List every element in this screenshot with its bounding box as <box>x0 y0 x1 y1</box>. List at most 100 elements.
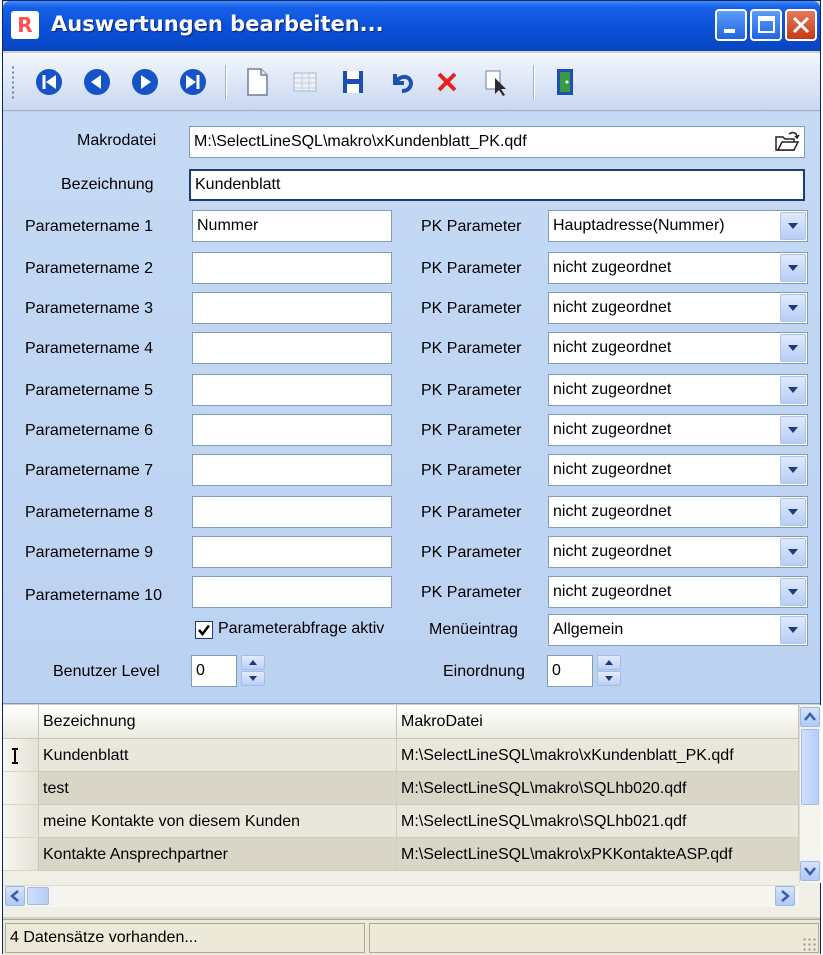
minimize-button[interactable] <box>715 9 747 41</box>
einordnung-input[interactable]: 0 <box>547 655 593 687</box>
scroll-up-button[interactable] <box>800 707 820 727</box>
vertical-scrollbar[interactable] <box>799 705 821 883</box>
benutzer-level-spinner[interactable]: 0 <box>191 655 271 687</box>
last-record-button[interactable] <box>175 64 211 100</box>
chevron-down-icon <box>788 589 798 595</box>
pk-parameter-1-value: Hauptadresse(Nummer) <box>553 217 725 234</box>
cell-bezeichnung[interactable]: test <box>39 772 397 805</box>
parametername-3-input[interactable] <box>192 292 392 324</box>
column-header-bezeichnung[interactable]: Bezeichnung <box>39 705 397 739</box>
parametername-1-input[interactable]: Nummer <box>192 210 392 242</box>
parametername-7-input[interactable] <box>192 454 392 486</box>
column-header-makrodatei[interactable]: MakroDatei <box>397 705 799 739</box>
horizontal-scroll-thumb[interactable] <box>27 887 49 905</box>
chevron-down-icon <box>788 223 798 229</box>
table-row[interactable]: Kontakte Ansprechpartner M:\SelectLineSQL… <box>3 838 799 871</box>
pk-parameter-1-dropdown-button[interactable] <box>780 212 806 240</box>
pk-parameter-5-dropdown-button[interactable] <box>780 376 806 404</box>
first-record-icon <box>36 69 62 95</box>
delete-button[interactable] <box>429 64 465 100</box>
benutzer-level-input[interactable]: 0 <box>191 655 237 687</box>
close-icon <box>792 16 810 34</box>
bezeichnung-input[interactable]: Kundenblatt <box>189 169 805 201</box>
pk-parameter-9-select[interactable]: nicht zugeordnet <box>548 536 808 568</box>
new-record-button[interactable] <box>239 64 275 100</box>
pk-parameter-6-select[interactable]: nicht zugeordnet <box>548 414 808 446</box>
app-icon: R <box>11 11 39 39</box>
pk-parameter-7-dropdown-button[interactable] <box>780 456 806 484</box>
cell-bezeichnung[interactable]: Kontakte Ansprechpartner <box>39 838 397 871</box>
close-button[interactable] <box>785 9 817 41</box>
pk-parameter-4-dropdown-button[interactable] <box>780 334 806 362</box>
table-row[interactable]: Kundenblatt M:\SelectLineSQL\makro\xKunde… <box>3 739 799 772</box>
resize-grip[interactable] <box>802 937 818 953</box>
menueeintrag-select[interactable]: Allgemein <box>548 614 808 646</box>
parametername-5-input[interactable] <box>192 374 392 406</box>
search-button[interactable] <box>477 64 513 100</box>
row-indicator[interactable] <box>3 805 39 838</box>
undo-button[interactable] <box>383 64 419 100</box>
pk-parameter-6-dropdown-button[interactable] <box>780 416 806 444</box>
table-row[interactable]: test M:\SelectLineSQL\makro\SQLhb020.qdf <box>3 772 799 805</box>
window-title: Auswertungen bearbeiten... <box>51 12 384 36</box>
parametername-4-input[interactable] <box>192 332 392 364</box>
parametername-8-input[interactable] <box>192 496 392 528</box>
parametername-9-input[interactable] <box>192 536 392 568</box>
einordnung-spinner[interactable]: 0 <box>547 655 627 687</box>
parametername-3-label: Parametername 3 <box>25 300 154 317</box>
menueeintrag-dropdown-button[interactable] <box>780 616 806 644</box>
spin-down-icon <box>605 676 613 681</box>
pk-parameter-4-select[interactable]: nicht zugeordnet <box>548 332 808 364</box>
open-folder-icon[interactable] <box>774 130 800 154</box>
save-button[interactable] <box>335 64 371 100</box>
pk-parameter-2-select[interactable]: nicht zugeordnet <box>548 252 808 284</box>
prev-record-button[interactable] <box>79 64 115 100</box>
parameterabfrage-checkbox[interactable] <box>195 621 213 639</box>
cell-bezeichnung[interactable]: Kundenblatt <box>39 739 397 772</box>
pk-parameter-8-dropdown-button[interactable] <box>780 498 806 526</box>
benutzer-level-down-button[interactable] <box>241 671 265 686</box>
pk-parameter-1-select[interactable]: Hauptadresse(Nummer) <box>548 210 808 242</box>
row-indicator[interactable] <box>3 838 39 871</box>
title-bar[interactable]: R Auswertungen bearbeiten... <box>3 1 820 51</box>
pk-parameter-9-dropdown-button[interactable] <box>780 538 806 566</box>
toolbar-grip[interactable] <box>11 65 15 99</box>
pk-parameter-10-select[interactable]: nicht zugeordnet <box>548 576 808 608</box>
pk-parameter-5-select[interactable]: nicht zugeordnet <box>548 374 808 406</box>
pk-parameter-8-select[interactable]: nicht zugeordnet <box>548 496 808 528</box>
table-row[interactable]: meine Kontakte von diesem Kunden M:\Selec… <box>3 805 799 838</box>
makrodatei-field[interactable]: M:\SelectLineSQL\makro\xKundenblatt_PK.q… <box>189 126 805 158</box>
row-indicator[interactable] <box>3 772 39 805</box>
scroll-down-button[interactable] <box>800 861 820 881</box>
cell-makrodatei[interactable]: M:\SelectLineSQL\makro\xPKKontakteASP.qd… <box>397 838 799 871</box>
row-indicator[interactable] <box>3 739 39 772</box>
table-icon <box>293 72 317 92</box>
next-record-button[interactable] <box>127 64 163 100</box>
vertical-scroll-thumb[interactable] <box>801 729 819 805</box>
pk-parameter-10-dropdown-button[interactable] <box>780 578 806 606</box>
maximize-button[interactable] <box>750 9 782 41</box>
pk-parameter-3-dropdown-button[interactable] <box>780 294 806 322</box>
table-view-button[interactable] <box>287 64 323 100</box>
parametername-10-input[interactable] <box>192 576 392 608</box>
einordnung-down-button[interactable] <box>597 671 621 686</box>
scroll-left-button[interactable] <box>5 886 25 906</box>
cell-makrodatei[interactable]: M:\SelectLineSQL\makro\SQLhb021.qdf <box>397 805 799 838</box>
pk-parameter-7-select[interactable]: nicht zugeordnet <box>548 454 808 486</box>
first-record-button[interactable] <box>31 64 67 100</box>
parametername-2-input[interactable] <box>192 252 392 284</box>
chevron-left-icon <box>10 890 19 902</box>
horizontal-scrollbar[interactable] <box>3 885 799 907</box>
einordnung-up-button[interactable] <box>597 655 621 670</box>
parametername-6-input[interactable] <box>192 414 392 446</box>
cell-bezeichnung[interactable]: meine Kontakte von diesem Kunden <box>39 805 397 838</box>
cell-makrodatei[interactable]: M:\SelectLineSQL\makro\SQLhb020.qdf <box>397 772 799 805</box>
benutzer-level-up-button[interactable] <box>241 655 265 670</box>
toolbar-separator <box>533 65 535 99</box>
exit-button[interactable] <box>547 64 583 100</box>
pk-parameter-3-select[interactable]: nicht zugeordnet <box>548 292 808 324</box>
status-bar: 4 Datensätze vorhanden... <box>3 919 820 955</box>
pk-parameter-2-dropdown-button[interactable] <box>780 254 806 282</box>
scroll-right-button[interactable] <box>775 886 795 906</box>
cell-makrodatei[interactable]: M:\SelectLineSQL\makro\xKundenblatt_PK.q… <box>397 739 799 772</box>
